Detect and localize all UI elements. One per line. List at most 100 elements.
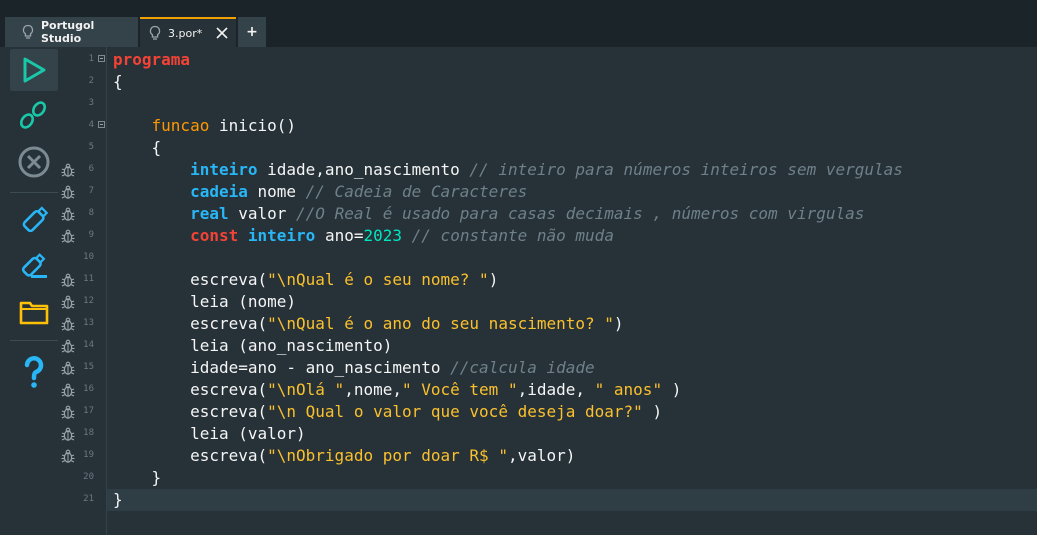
code-line[interactable]: real valor //O Real é usado para casas d… [107, 203, 1037, 225]
code-line[interactable]: programa [107, 49, 1037, 71]
new-tab-button[interactable]: + [238, 17, 266, 47]
line-number: 12 [83, 296, 94, 306]
code-token: ) [662, 380, 682, 399]
gutter-line[interactable]: 3 [68, 93, 106, 115]
line-number: 16 [83, 384, 94, 394]
gutter-line[interactable]: 21 [68, 489, 106, 511]
save-button[interactable] [10, 199, 58, 241]
gutter-line[interactable]: 7 [61, 181, 106, 203]
breakpoint-bug-icon[interactable] [60, 404, 76, 420]
stop-button[interactable] [10, 141, 58, 183]
line-number: 15 [83, 362, 94, 372]
breakpoint-bug-icon[interactable] [60, 294, 76, 310]
stop-icon [18, 146, 50, 178]
gutter-line[interactable]: 5 [68, 137, 106, 159]
toolbar-divider [10, 192, 58, 193]
breakpoint-bug-icon[interactable] [60, 162, 76, 178]
help-button[interactable] [10, 351, 58, 393]
new-tab-label: + [246, 24, 258, 40]
code-line[interactable]: escreva("\nQual é o ano do seu nasciment… [107, 313, 1037, 335]
gutter-line[interactable]: 13 [61, 313, 106, 335]
line-number: 3 [88, 98, 94, 108]
breakpoint-bug-icon[interactable] [60, 228, 76, 244]
breakpoint-bug-icon[interactable] [60, 184, 76, 200]
help-icon [24, 356, 44, 388]
code-line[interactable]: funcao inicio() [107, 115, 1037, 137]
line-number: 1 [88, 54, 94, 64]
breakpoint-bug-icon[interactable] [60, 206, 76, 222]
code-token: //O Real é usado para casas decimais , n… [296, 204, 865, 223]
code-line[interactable]: { [107, 71, 1037, 93]
gutter-line[interactable]: 19 [61, 445, 106, 467]
code-token: } [113, 468, 162, 487]
gutter-line[interactable]: 11 [61, 269, 106, 291]
code-token: "\nOlá " [267, 380, 345, 399]
code-line[interactable]: leia (valor) [107, 423, 1037, 445]
breakpoint-bug-icon[interactable] [60, 316, 76, 332]
code-line[interactable] [107, 93, 1037, 115]
gutter-line[interactable]: 14 [61, 335, 106, 357]
code-line[interactable] [107, 247, 1037, 269]
breakpoint-bug-icon[interactable] [60, 338, 76, 354]
code-line[interactable]: const inteiro ano=2023 // constante não … [107, 225, 1037, 247]
toolbar-divider [10, 340, 58, 341]
breakpoint-bug-icon[interactable] [60, 272, 76, 288]
gutter-line[interactable]: 16 [61, 379, 106, 401]
code-line[interactable]: escreva("\nOlá ",nome," Você tem ",idade… [107, 379, 1037, 401]
code-line[interactable]: escreva("\n Qual o valor que você deseja… [107, 401, 1037, 423]
tab-file-3-por[interactable]: 3.por* [140, 17, 236, 47]
run-button[interactable] [10, 49, 58, 91]
tab-portugol-studio[interactable]: Portugol Studio [5, 17, 138, 47]
code-token: escreva( [113, 314, 268, 333]
code-line[interactable]: } [107, 489, 1037, 511]
gutter-line[interactable]: 20 [68, 467, 106, 489]
gutter-line[interactable]: 2 [68, 71, 106, 93]
gutter-line[interactable]: 18 [61, 423, 106, 445]
code-line[interactable]: leia (nome) [107, 291, 1037, 313]
fold-toggle-icon[interactable] [98, 55, 105, 62]
gutter-line[interactable]: 15 [61, 357, 106, 379]
save-as-button[interactable] [10, 245, 58, 287]
line-number: 9 [88, 230, 94, 240]
step-button[interactable] [10, 95, 58, 137]
code-token: { [113, 72, 123, 91]
line-number: 8 [88, 208, 94, 218]
code-line[interactable]: } [107, 467, 1037, 489]
gutter-line[interactable]: 1 [68, 49, 106, 71]
close-icon[interactable] [216, 27, 228, 39]
lightbulb-icon [149, 25, 161, 40]
code-line[interactable]: cadeia nome // Cadeia de Caracteres [107, 181, 1037, 203]
gutter-line[interactable]: 10 [68, 247, 106, 269]
code-token: programa [113, 50, 191, 69]
lightbulb-icon [22, 24, 34, 39]
code-line[interactable]: inteiro idade,ano_nascimento // inteiro … [107, 159, 1037, 181]
tab-bar: Portugol Studio 3.por* + [0, 0, 1037, 47]
gutter-line[interactable]: 4 [68, 115, 106, 137]
fold-toggle-icon[interactable] [98, 121, 105, 128]
gutter-line[interactable]: 8 [61, 203, 106, 225]
breakpoint-bug-icon[interactable] [60, 426, 76, 442]
breakpoint-bug-icon[interactable] [60, 360, 76, 376]
code-line[interactable]: idade=ano - ano_nascimento //calcula ida… [107, 357, 1037, 379]
code-token: " anos" [594, 380, 663, 399]
code-token: "\nQual é o seu nome? " [267, 270, 489, 289]
code-editor[interactable]: programa { funcao inicio() { inteiro idad… [107, 47, 1037, 535]
line-number-gutter: 1 2 3 4 5 6 7 8 9 10 11 12 13 14 15 16 17 18 19 20 21 [61, 47, 106, 535]
breakpoint-bug-icon[interactable] [60, 382, 76, 398]
line-number: 11 [83, 274, 94, 284]
code-line[interactable]: { [107, 137, 1037, 159]
code-token: { [113, 138, 162, 157]
gutter-line[interactable]: 17 [61, 401, 106, 423]
gutter-line[interactable]: 9 [61, 225, 106, 247]
code-token: //calcula idade [450, 358, 595, 377]
line-number: 4 [88, 120, 94, 130]
gutter-line[interactable]: 6 [61, 159, 106, 181]
code-line[interactable]: leia (ano_nascimento) [107, 335, 1037, 357]
code-line[interactable]: escreva("\nObrigado por doar R$ ",valor) [107, 445, 1037, 467]
code-line[interactable]: escreva("\nQual é o seu nome? ") [107, 269, 1037, 291]
open-folder-button[interactable] [10, 291, 58, 333]
gutter-line[interactable]: 12 [61, 291, 106, 313]
breakpoint-bug-icon[interactable] [60, 448, 76, 464]
